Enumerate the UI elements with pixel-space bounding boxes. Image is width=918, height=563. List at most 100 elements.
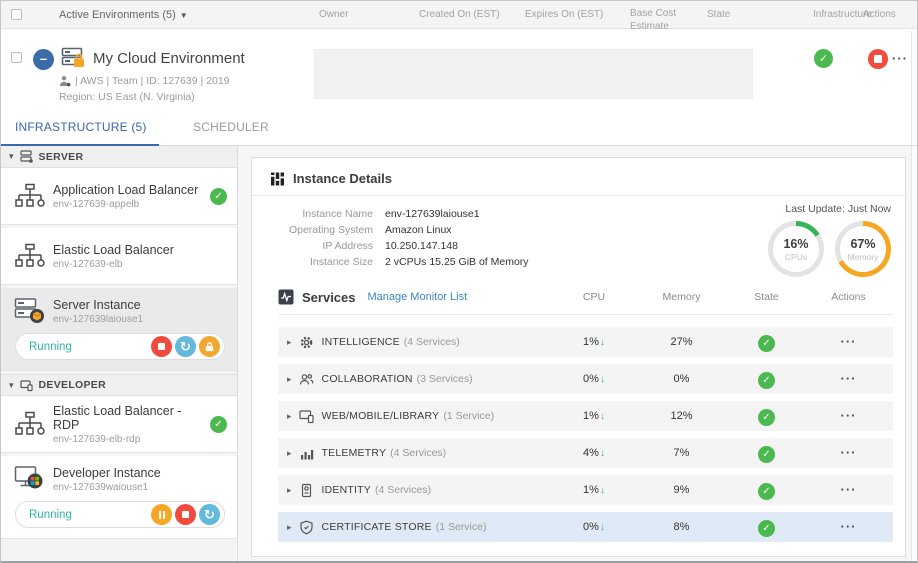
status-running-label: Running	[29, 341, 151, 353]
users-icon	[299, 372, 315, 387]
stop-instance-button[interactable]	[175, 504, 196, 525]
section-label: SERVER	[39, 151, 84, 163]
column-owner: Owner	[319, 9, 348, 20]
service-row-certificate-store[interactable]: ▸ CERTIFICATE STORE (1 Service) 0%↓ 8% ✓…	[278, 512, 893, 542]
tab-infrastructure[interactable]: INFRASTRUCTURE (5)	[1, 104, 159, 146]
sidebar-section-developer[interactable]: ▾ DEVELOPER	[1, 374, 237, 396]
environment-server-lock-icon	[61, 47, 88, 77]
item-id: env-127639-appelb	[53, 199, 206, 210]
row-actions-button[interactable]: ···	[841, 445, 857, 460]
service-cpu: 0%	[583, 521, 599, 533]
row-actions-button[interactable]: ···	[841, 371, 857, 386]
sidebar-item-application-load-balancer[interactable]: Application Load Balancer env-127639-app…	[1, 168, 237, 225]
expand-caret-icon[interactable]: ▸	[287, 522, 292, 533]
service-row-intelligence[interactable]: ▸ INTELLIGENCE (4 Services) 1%↓ 27% ✓ ··…	[278, 327, 893, 357]
sidebar-item-elastic-load-balancer[interactable]: Elastic Load Balancer env-127639-elb	[1, 228, 237, 285]
tab-bar: INFRASTRUCTURE (5) SCHEDULER	[1, 104, 918, 146]
column-created-on: Created On (EST)	[419, 9, 500, 20]
sidebar-item-developer-instance[interactable]: Developer Instance env-127639waiouse1 Ru…	[1, 456, 237, 539]
status-ok-icon: ✓	[758, 483, 775, 500]
section-caret-icon: ▾	[9, 380, 14, 391]
app-window: Active Environments (5)▼ Owner Created O…	[0, 0, 918, 563]
memory-gauge: 67% Memory	[835, 221, 891, 277]
last-update-label: Last Update: Just Now	[681, 203, 891, 215]
active-environments-dropdown[interactable]: Active Environments (5)▼	[59, 9, 188, 21]
row-actions-button[interactable]: ···	[841, 408, 857, 423]
environment-name[interactable]: My Cloud Environment	[93, 50, 245, 67]
row-actions-button[interactable]: ···	[841, 519, 857, 534]
status-running-label: Running	[29, 509, 151, 521]
redacted-content-placeholder	[314, 49, 753, 99]
stop-instance-button[interactable]	[151, 336, 172, 357]
row-actions-button[interactable]: ···	[841, 482, 857, 497]
user-gear-icon	[59, 75, 71, 87]
service-name: INTELLIGENCE	[322, 336, 400, 348]
stop-environment-button[interactable]	[868, 49, 888, 69]
restart-instance-button[interactable]: ↻	[175, 336, 196, 357]
service-row-collaboration[interactable]: ▸ COLLABORATION (3 Services) 0%↓ 0% ✓ ··…	[278, 364, 893, 394]
service-cpu: 4%	[583, 447, 599, 459]
service-cpu: 1%	[583, 410, 599, 422]
field-label: Instance Name	[278, 208, 373, 220]
memory-gauge-label: Memory	[848, 252, 879, 262]
dropdown-caret-icon: ▼	[180, 11, 188, 20]
status-ok-icon: ✓	[210, 188, 227, 205]
service-row-web-mobile-library[interactable]: ▸ WEB/MOBILE/LIBRARY (1 Service) 1%↓ 12%…	[278, 401, 893, 431]
item-name: Elastic Load Balancer - RDP	[53, 404, 206, 432]
expand-caret-icon[interactable]: ▸	[287, 485, 292, 496]
lock-instance-button[interactable]	[199, 336, 220, 357]
item-name: Developer Instance	[53, 466, 227, 480]
service-cpu: 1%	[583, 336, 599, 348]
service-name: CERTIFICATE STORE	[322, 521, 432, 533]
status-ok-icon: ✓	[758, 446, 775, 463]
instance-details-icon	[270, 172, 285, 186]
environments-header-bar: Active Environments (5)▼ Owner Created O…	[1, 1, 918, 29]
environment-actions-button[interactable]: ···	[892, 51, 908, 66]
status-ok-icon: ✓	[758, 520, 775, 537]
server-instance-icon	[13, 297, 47, 325]
expand-caret-icon[interactable]: ▸	[287, 411, 292, 422]
field-label: Instance Size	[278, 256, 373, 268]
scrollbar-track[interactable]	[911, 31, 912, 563]
column-memory: Memory	[634, 291, 729, 303]
manage-monitor-list-link[interactable]: Manage Monitor List	[368, 291, 468, 303]
service-memory: 7%	[634, 447, 729, 459]
service-row-identity[interactable]: ▸ IDENTITY (4 Services) 1%↓ 9% ✓ ···	[278, 475, 893, 505]
service-cpu: 0%	[583, 373, 599, 385]
column-base-cost: Base Cost Estimate	[630, 8, 692, 33]
select-all-checkbox[interactable]	[11, 9, 22, 20]
collapse-environment-button[interactable]: –	[33, 49, 54, 70]
expand-caret-icon[interactable]: ▸	[287, 448, 292, 459]
expand-caret-icon[interactable]: ▸	[287, 374, 292, 385]
sidebar-section-server[interactable]: ▾ SERVER	[1, 146, 237, 168]
item-name: Application Load Balancer	[53, 183, 206, 197]
environment-checkbox[interactable]	[11, 52, 22, 63]
restart-instance-button[interactable]: ↻	[199, 504, 220, 525]
service-row-telemetry[interactable]: ▸ TELEMETRY (4 Services) 4%↓ 7% ✓ ···	[278, 438, 893, 468]
infrastructure-ok-icon: ✓	[814, 49, 833, 68]
sidebar-item-server-instance[interactable]: Server Instance env-127639laiouse1 Runni…	[1, 288, 237, 371]
expand-caret-icon[interactable]: ▸	[287, 337, 292, 348]
field-value: env-127639laiouse1	[385, 208, 480, 220]
service-memory: 0%	[634, 373, 729, 385]
column-expires-on: Expires On (EST)	[525, 9, 603, 20]
server-section-icon	[20, 150, 33, 163]
service-name: IDENTITY	[322, 484, 371, 496]
tab-scheduler[interactable]: SCHEDULER	[179, 104, 269, 144]
service-name: WEB/MOBILE/LIBRARY	[322, 410, 440, 422]
infrastructure-sidebar: ▾ SERVER	[1, 146, 238, 563]
panel-title: Instance Details	[293, 171, 392, 186]
content-area: ▾ SERVER	[1, 146, 918, 563]
field-label: IP Address	[278, 240, 373, 252]
status-ok-icon: ✓	[758, 372, 775, 389]
developer-instance-icon	[13, 465, 47, 493]
service-memory: 8%	[634, 521, 729, 533]
gear-icon	[299, 335, 315, 350]
row-actions-button[interactable]: ···	[841, 334, 857, 349]
instance-status-pill: Running ↻	[15, 333, 225, 360]
lock-icon	[204, 341, 215, 352]
service-count: (3 Services)	[417, 373, 473, 385]
column-actions: Actions	[804, 291, 893, 303]
sidebar-item-elastic-load-balancer-rdp[interactable]: Elastic Load Balancer - RDP env-127639-e…	[1, 396, 237, 453]
pause-instance-button[interactable]	[151, 504, 172, 525]
